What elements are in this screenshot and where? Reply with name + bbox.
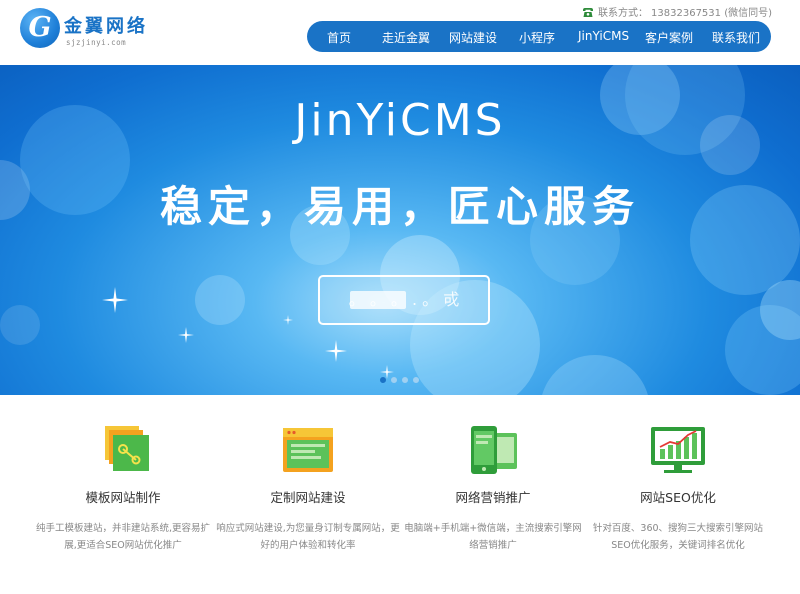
service-description: 电脑端+手机端+微信端，主流搜索引擎网络营销推广 <box>404 523 582 551</box>
service-title: 网络营销推广 <box>455 490 531 505</box>
nav-item-about[interactable]: 走近金翼 <box>382 29 430 46</box>
hero-banner: JinYiCMS 稳定，易用，匠心服务 。 。 。 . 。 戓 <box>0 65 800 395</box>
service-description: 纯手工模板建站，并非建站系统,更容易扩展,更适合SEO网站优化推广 <box>35 523 211 551</box>
nav-item-website-building[interactable]: 网站建设 <box>449 29 497 46</box>
service-title: 定制网站建设 <box>270 490 346 505</box>
logo-domain: sjzjinyi.com <box>66 38 127 47</box>
contact-info: 联系方式： 13832367531 (微信同号) <box>582 4 772 19</box>
sparkle-icon <box>178 327 194 343</box>
contact-label: 联系方式： <box>598 8 649 19</box>
carousel-dot-2[interactable] <box>391 377 397 383</box>
carousel-dot-4[interactable] <box>413 377 419 383</box>
banner-cta-button[interactable]: 。 。 。 . 。 戓 <box>318 275 490 325</box>
phone-icon <box>583 7 594 17</box>
service-description: 针对百度、360、搜狗三大搜索引擎网站SEO优化服务，关键词排名优化 <box>592 523 764 551</box>
bokeh-decoration <box>540 355 650 395</box>
service-description: 响应式网站建设,为您量身订制专属网站，更好的用户体验和转化率 <box>216 523 400 551</box>
banner-cta-label: 。 。 。 . 。 戓 <box>348 290 460 309</box>
sparkle-icon <box>283 315 293 325</box>
banner-title: JinYiCMS <box>294 95 506 146</box>
site-header: G 金翼网络 sjzjinyi.com 联系方式： 13832367531 (微… <box>0 0 800 65</box>
nav-item-cases[interactable]: 客户案例 <box>645 29 693 46</box>
logo-mark-icon: G <box>20 8 60 48</box>
contact-number: 13832367531 (微信同号) <box>651 8 772 19</box>
custom-website-icon <box>283 428 333 472</box>
carousel-dot-3[interactable] <box>402 377 408 383</box>
marketing-icon <box>471 426 517 474</box>
site-logo[interactable]: G 金翼网络 sjzjinyi.com <box>20 8 180 58</box>
nav-item-jinyicms[interactable]: JinYiCMS <box>578 29 629 43</box>
logo-name: 金翼网络 <box>64 16 148 37</box>
carousel-dot-1[interactable] <box>380 377 386 383</box>
template-website-icon <box>105 426 149 471</box>
service-title: 网站SEO优化 <box>640 490 716 505</box>
service-card-seo[interactable]: 网站SEO优化 针对百度、360、搜狗三大搜索引擎网站SEO优化服务，关键词排名… <box>583 425 773 554</box>
main-nav: 首页 走近金翼 网站建设 小程序 JinYiCMS 客户案例 联系我们 <box>307 21 771 52</box>
sparkle-icon <box>325 340 347 362</box>
service-title: 模板网站制作 <box>85 490 161 505</box>
bokeh-decoration <box>0 305 40 345</box>
sparkle-icon <box>102 287 128 313</box>
banner-slogan: 稳定，易用，匠心服务 <box>159 182 640 231</box>
nav-item-mini-program[interactable]: 小程序 <box>519 29 555 46</box>
seo-chart-icon <box>651 427 705 473</box>
nav-item-home[interactable]: 首页 <box>327 29 351 46</box>
nav-item-contact[interactable]: 联系我们 <box>712 29 760 46</box>
service-card-marketing[interactable]: 网络营销推广 电脑端+手机端+微信端，主流搜索引擎网络营销推广 <box>398 425 588 554</box>
service-card-custom[interactable]: 定制网站建设 响应式网站建设,为您量身订制专属网站，更好的用户体验和转化率 <box>213 425 403 554</box>
carousel-dots <box>380 377 419 383</box>
service-card-template[interactable]: 模板网站制作 纯手工模板建站，并非建站系统,更容易扩展,更适合SEO网站优化推广 <box>28 425 218 554</box>
bokeh-decoration <box>195 275 245 325</box>
